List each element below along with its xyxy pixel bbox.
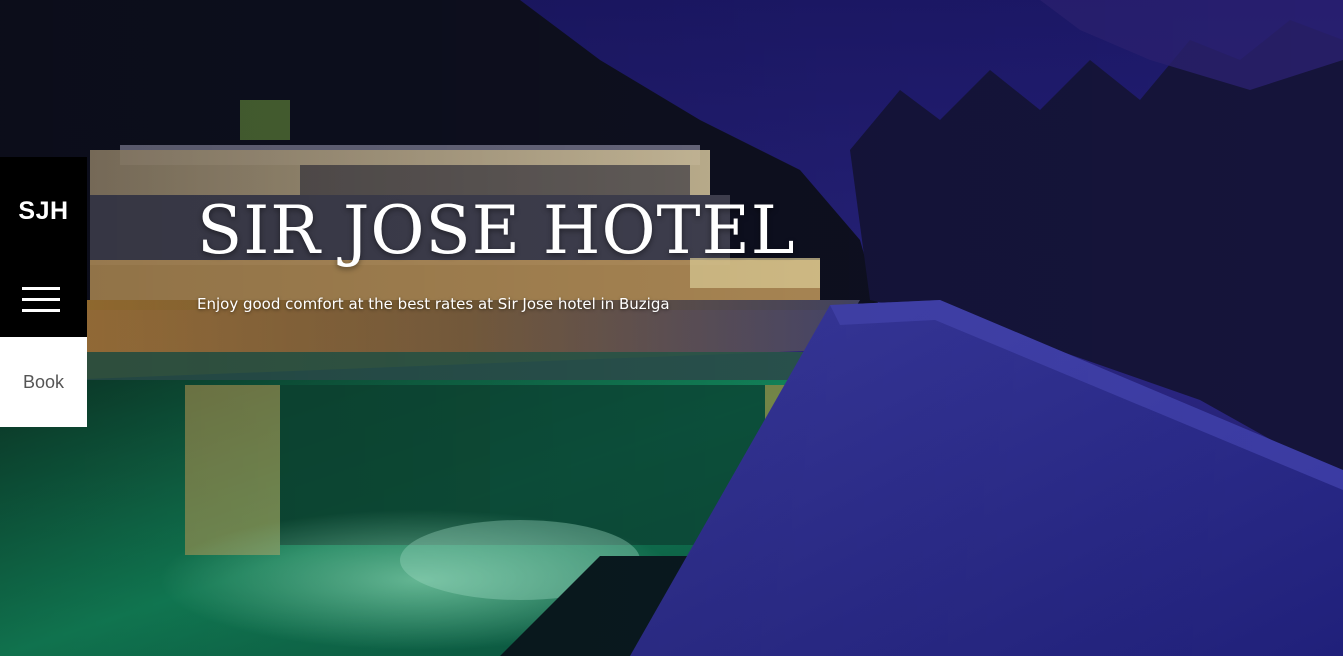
site-logo[interactable]: SJH <box>0 197 87 226</box>
hero-title: SIR JOSE HOTEL <box>197 192 796 269</box>
side-nav-panel: SJH Book <box>0 157 87 427</box>
hero-section: SIR JOSE HOTEL Enjoy good comfort at the… <box>0 0 1343 656</box>
logo-block: SJH <box>0 157 87 337</box>
hero-background-image <box>0 0 1343 656</box>
menu-bar-bottom <box>22 309 60 312</box>
hero-subtitle: Enjoy good comfort at the best rates at … <box>197 295 670 313</box>
hamburger-menu-icon[interactable] <box>20 283 64 317</box>
menu-bar-middle <box>22 298 60 301</box>
menu-bar-top <box>22 287 60 290</box>
book-button[interactable]: Book <box>0 337 87 427</box>
